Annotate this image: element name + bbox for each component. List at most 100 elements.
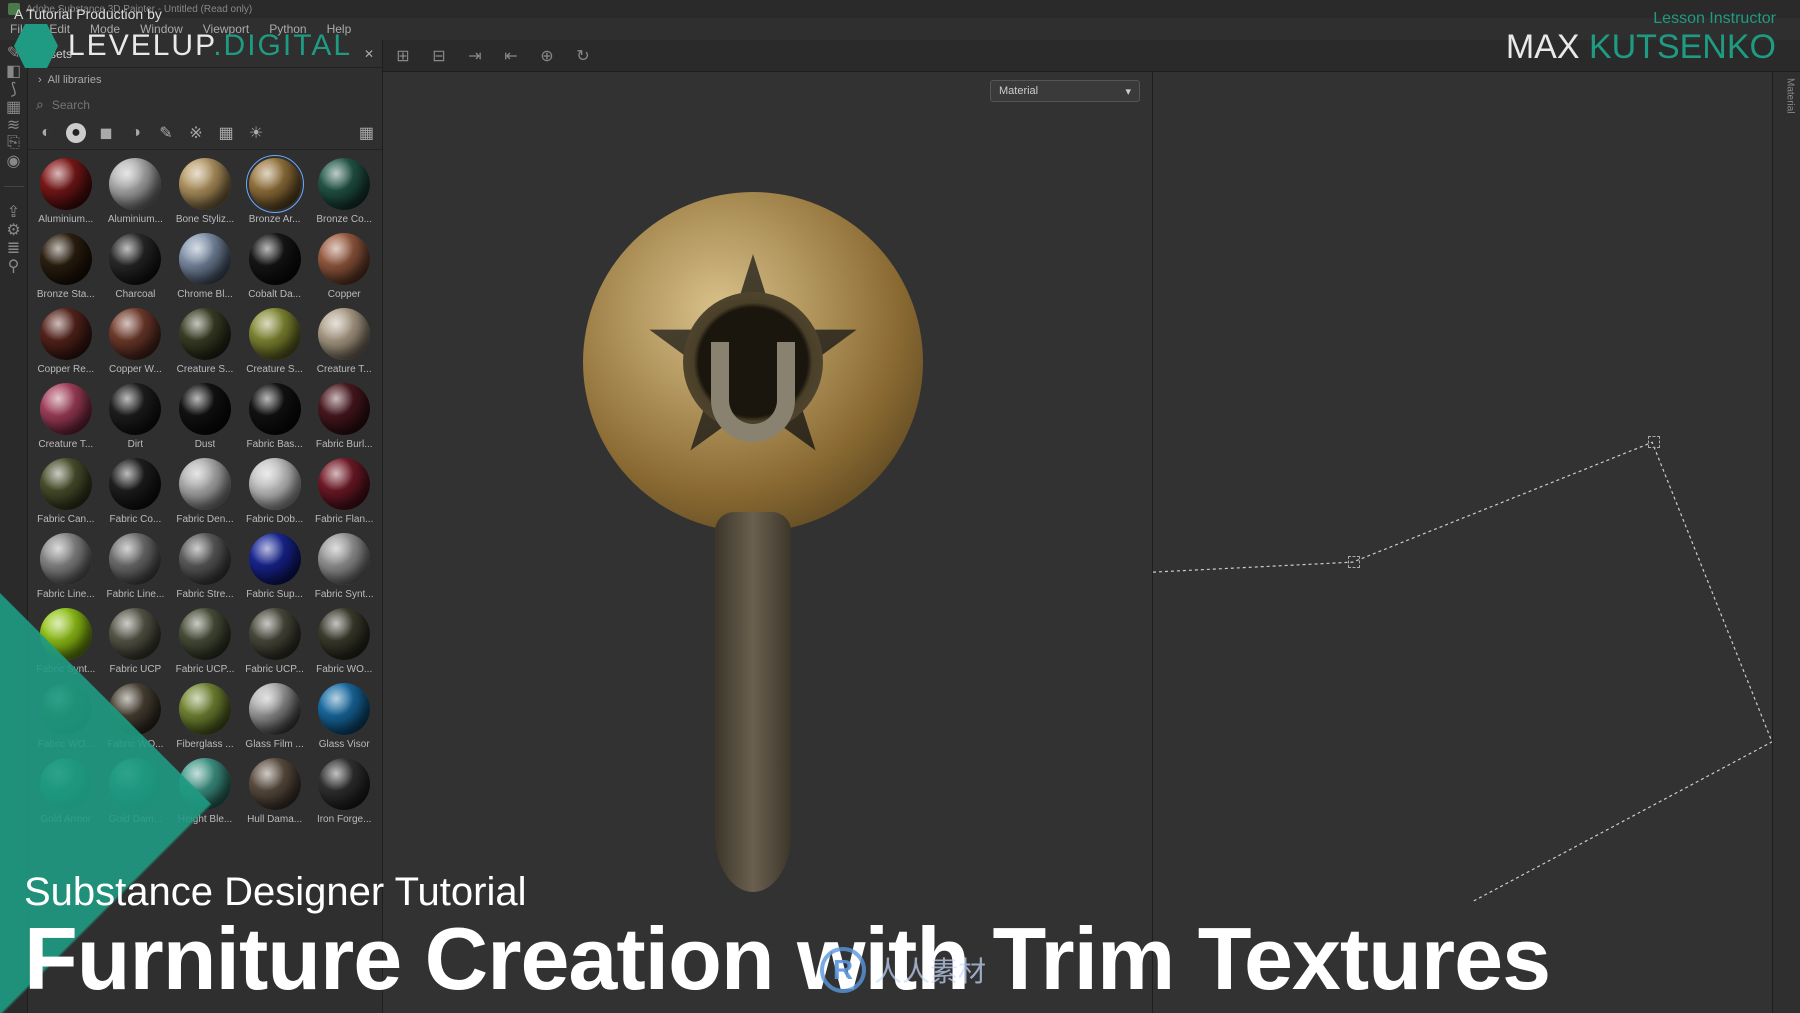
grid-perspective-icon[interactable]: ⊞ bbox=[393, 46, 413, 66]
filter-brush-icon[interactable]: ✎ bbox=[156, 123, 176, 143]
material-item[interactable]: Creature T... bbox=[312, 308, 376, 375]
grid-view-icon[interactable]: ▦ bbox=[359, 123, 374, 143]
material-item[interactable]: Fabric Burl... bbox=[312, 383, 376, 450]
settings-icon[interactable]: ⚲ bbox=[5, 257, 23, 275]
material-swatch-icon bbox=[249, 308, 301, 360]
material-label: Bronze Co... bbox=[316, 214, 372, 225]
material-label: Copper Re... bbox=[37, 364, 94, 375]
projection-tool-icon[interactable]: ⟆ bbox=[5, 80, 23, 98]
material-item[interactable]: Hull Dama... bbox=[243, 758, 307, 825]
material-item[interactable]: Copper Re... bbox=[34, 308, 98, 375]
search-icon[interactable]: ⌕ bbox=[36, 96, 44, 113]
filter-smart-icon[interactable]: ◼ bbox=[96, 123, 116, 143]
material-item[interactable]: Bronze Sta... bbox=[34, 233, 98, 300]
polyfill-tool-icon[interactable]: ▦ bbox=[5, 98, 23, 116]
material-item[interactable]: Fabric Line... bbox=[34, 533, 98, 600]
material-tool-icon[interactable]: ◉ bbox=[5, 152, 23, 170]
close-icon[interactable]: ✕ bbox=[364, 47, 374, 61]
toolbar-separator bbox=[4, 186, 24, 187]
material-swatch-icon bbox=[249, 458, 301, 510]
material-label: Fabric Sup... bbox=[246, 589, 303, 600]
material-item[interactable]: Glass Visor bbox=[312, 683, 376, 750]
material-swatch-icon bbox=[40, 308, 92, 360]
material-item[interactable]: Creature T... bbox=[34, 383, 98, 450]
material-label: Copper W... bbox=[109, 364, 162, 375]
filter-all-icon[interactable]: ◐ bbox=[36, 123, 56, 143]
add-view-icon[interactable]: ⊕ bbox=[537, 46, 557, 66]
material-item[interactable]: Creature S... bbox=[173, 308, 237, 375]
material-item[interactable]: Dust bbox=[173, 383, 237, 450]
material-item[interactable]: Fabric Line... bbox=[104, 533, 168, 600]
material-item[interactable]: Fabric Den... bbox=[173, 458, 237, 525]
material-item[interactable]: Charcoal bbox=[104, 233, 168, 300]
filter-alpha-icon[interactable]: ※ bbox=[186, 123, 206, 143]
grid-ortho-icon[interactable]: ⊟ bbox=[429, 46, 449, 66]
material-swatch-icon bbox=[40, 233, 92, 285]
resource-icon[interactable]: ⚙ bbox=[5, 221, 23, 239]
filter-env-icon[interactable]: ☀ bbox=[246, 123, 266, 143]
snap-next-icon[interactable]: ⇥ bbox=[465, 46, 485, 66]
filter-texture-icon[interactable]: ▦ bbox=[216, 123, 236, 143]
chevron-down-icon: ▾ bbox=[1125, 85, 1131, 98]
material-item[interactable]: Bronze Ar... bbox=[243, 158, 307, 225]
material-swatch-icon bbox=[318, 683, 370, 735]
material-item[interactable]: Fabric UCP... bbox=[243, 608, 307, 675]
material-item[interactable]: Fabric Can... bbox=[34, 458, 98, 525]
material-item[interactable]: Dirt bbox=[104, 383, 168, 450]
material-item[interactable]: Fabric Stre... bbox=[173, 533, 237, 600]
material-label: Hull Dama... bbox=[247, 814, 302, 825]
search-input[interactable] bbox=[52, 98, 374, 112]
assets-breadcrumb[interactable]: › All libraries bbox=[28, 68, 382, 92]
material-label: Fabric Flan... bbox=[315, 514, 373, 525]
material-swatch-icon bbox=[40, 533, 92, 585]
smudge-tool-icon[interactable]: ≋ bbox=[5, 116, 23, 134]
material-item[interactable]: Fabric UCP... bbox=[173, 608, 237, 675]
overlay-top-left: A Tutorial Production by LEVELUP.DIGITAL bbox=[14, 6, 352, 68]
export-icon[interactable]: ⇪ bbox=[5, 203, 23, 221]
uv-handle[interactable] bbox=[1348, 556, 1360, 568]
overlay-bottom: Substance Designer Tutorial Furniture Cr… bbox=[0, 856, 1800, 1013]
watermark: R 人人素材 bbox=[820, 947, 986, 993]
filter-mask-icon[interactable]: ◑ bbox=[126, 123, 146, 143]
filter-material-icon[interactable]: ● bbox=[66, 123, 86, 143]
material-item[interactable]: Creature S... bbox=[243, 308, 307, 375]
material-item[interactable]: Fabric UCP bbox=[104, 608, 168, 675]
material-swatch-icon bbox=[318, 533, 370, 585]
material-item[interactable]: Copper W... bbox=[104, 308, 168, 375]
material-label: Glass Film ... bbox=[245, 739, 303, 750]
material-item[interactable]: Glass Film ... bbox=[243, 683, 307, 750]
material-label: Dirt bbox=[128, 439, 144, 450]
material-item[interactable]: Fiberglass ... bbox=[173, 683, 237, 750]
material-panel-tab[interactable]: Material bbox=[1778, 78, 1796, 96]
material-item[interactable]: Cobalt Da... bbox=[243, 233, 307, 300]
snap-prev-icon[interactable]: ⇤ bbox=[501, 46, 521, 66]
material-item[interactable]: Aluminium... bbox=[104, 158, 168, 225]
material-label: Creature T... bbox=[38, 439, 93, 450]
material-item[interactable]: Fabric Sup... bbox=[243, 533, 307, 600]
material-item[interactable]: Bone Styliz... bbox=[173, 158, 237, 225]
layers-icon[interactable]: ≣ bbox=[5, 239, 23, 257]
material-item[interactable]: Fabric WO... bbox=[312, 608, 376, 675]
material-item[interactable]: Fabric Flan... bbox=[312, 458, 376, 525]
material-item[interactable]: Iron Forge... bbox=[312, 758, 376, 825]
clone-tool-icon[interactable]: ⎘ bbox=[5, 134, 23, 152]
material-swatch-icon bbox=[109, 458, 161, 510]
material-swatch-icon bbox=[318, 608, 370, 660]
material-dropdown[interactable]: Material ▾ bbox=[990, 80, 1140, 102]
reset-view-icon[interactable]: ↻ bbox=[573, 46, 593, 66]
material-label: Fiberglass ... bbox=[176, 739, 233, 750]
material-item[interactable]: Chrome Bl... bbox=[173, 233, 237, 300]
material-item[interactable]: Copper bbox=[312, 233, 376, 300]
material-label: Fabric Can... bbox=[37, 514, 94, 525]
material-item[interactable]: Fabric Co... bbox=[104, 458, 168, 525]
material-item[interactable]: Aluminium... bbox=[34, 158, 98, 225]
material-item[interactable]: Fabric Synt... bbox=[312, 533, 376, 600]
material-item[interactable]: Fabric Dob... bbox=[243, 458, 307, 525]
material-swatch-icon bbox=[179, 308, 231, 360]
assets-filter-bar: ◐ ● ◼ ◑ ✎ ※ ▦ ☀ ▦ bbox=[28, 117, 382, 150]
material-label: Bone Styliz... bbox=[176, 214, 234, 225]
material-item[interactable]: Bronze Co... bbox=[312, 158, 376, 225]
material-item[interactable]: Fabric Bas... bbox=[243, 383, 307, 450]
material-swatch-icon bbox=[249, 233, 301, 285]
uv-handle[interactable] bbox=[1648, 436, 1660, 448]
